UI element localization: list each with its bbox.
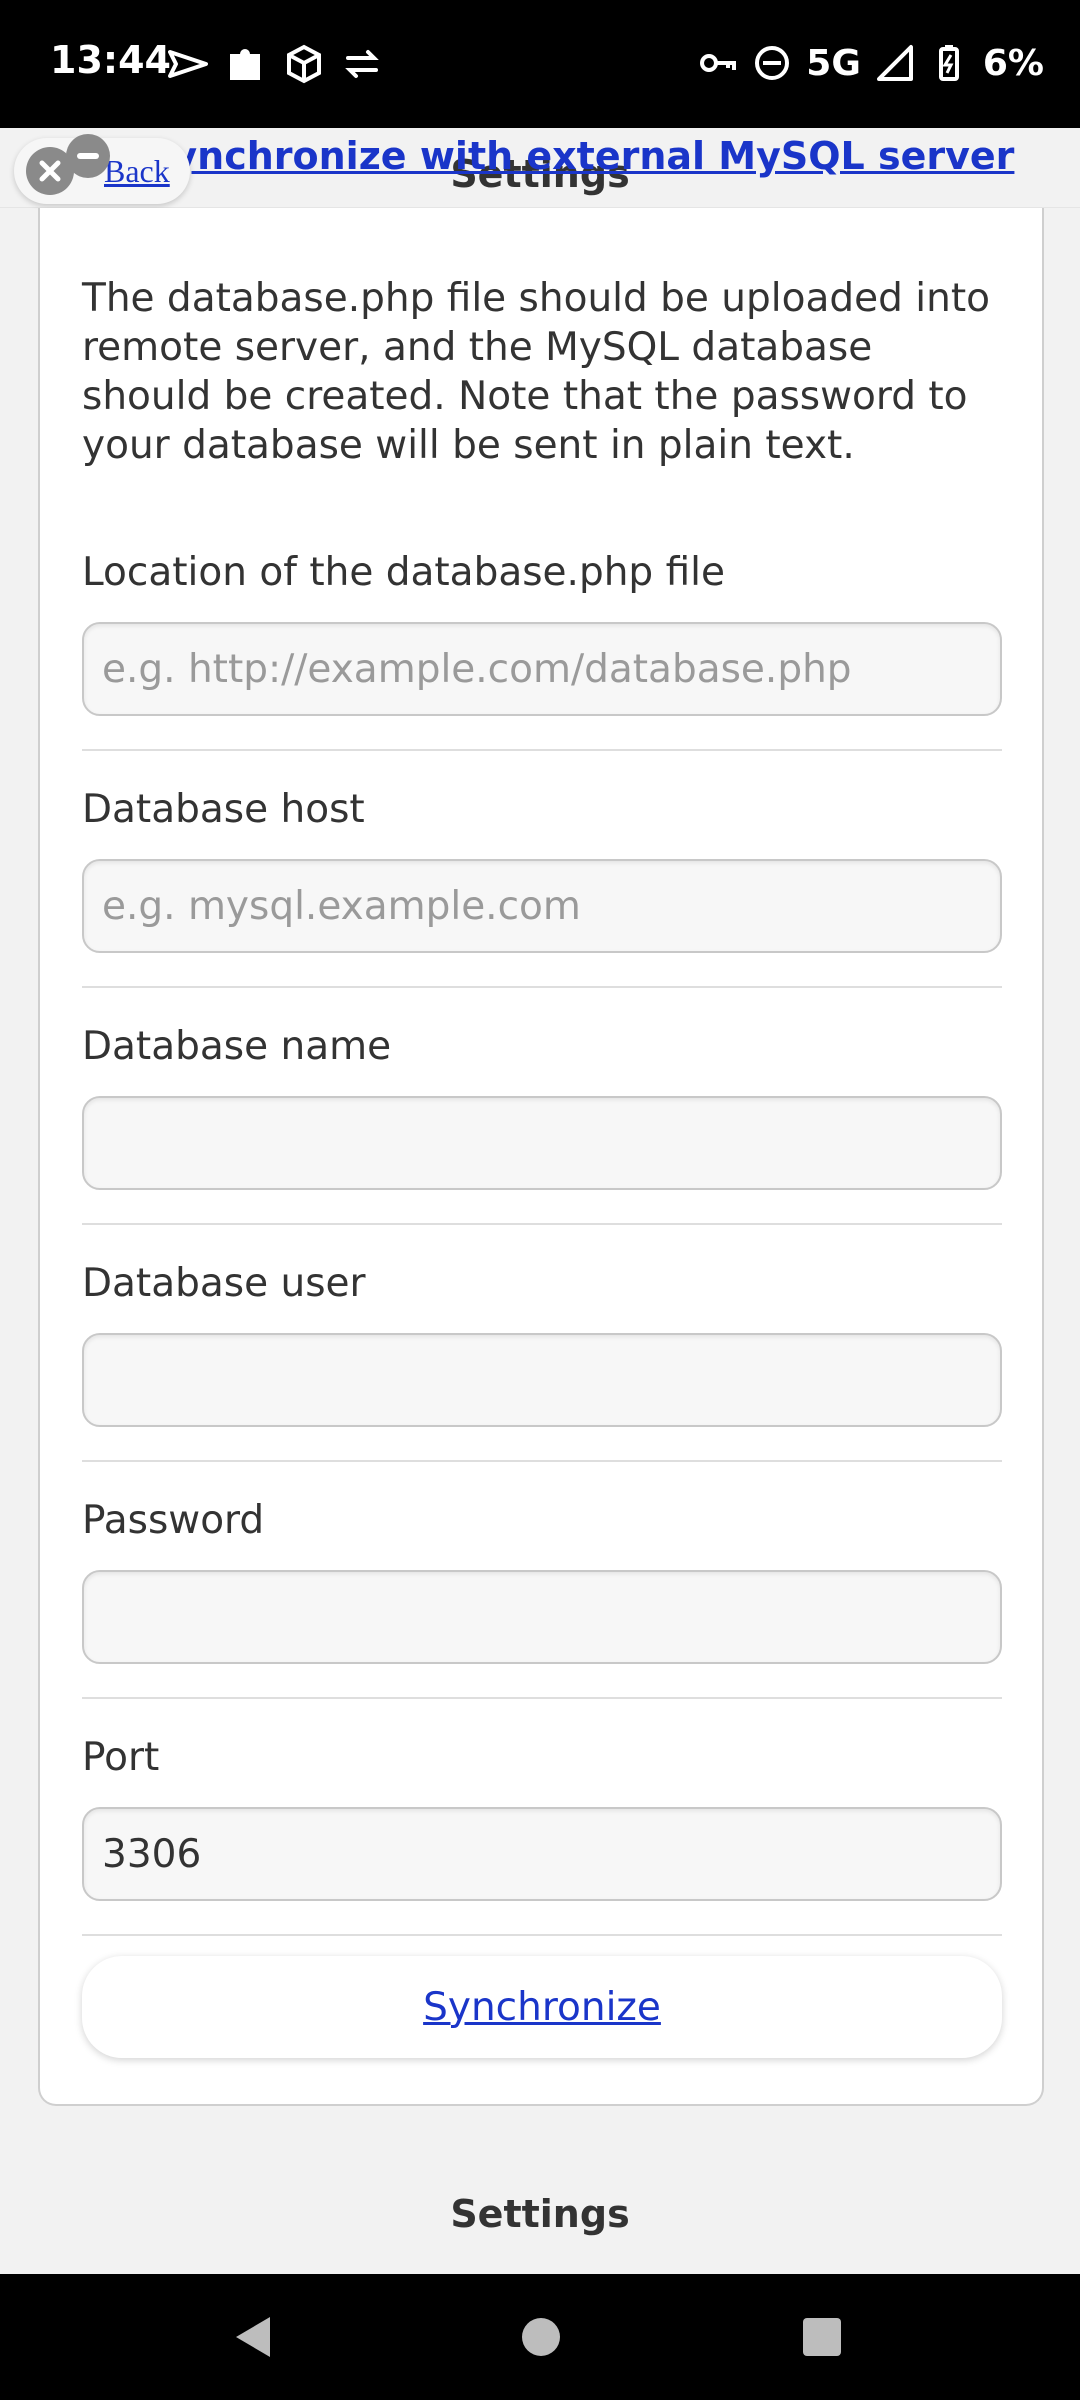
settings-card: The database.php file should be uploaded… [38,208,1044,2106]
box-icon [287,44,321,84]
port-input[interactable] [82,1807,1002,1901]
field-label: Location of the database.php file [82,550,725,595]
divider [82,1223,1002,1225]
signal-icon [876,45,913,81]
vpn-key-icon [700,54,737,72]
field-db-host: Database host [82,787,1002,953]
battery-charging-icon [938,45,959,81]
swap-icon [345,50,379,78]
db-user-input[interactable] [82,1333,1002,1427]
field-password: Password [82,1498,1002,1664]
field-db-name: Database name [82,1024,1002,1190]
field-label: Database name [82,1024,392,1069]
back-label: Back [104,152,170,189]
minus-icon[interactable] [66,134,110,178]
network-type: 5G [806,42,861,84]
field-label: Database host [82,787,365,832]
status-bar: 13:44 5G 6% [0,0,1080,128]
notification-icons [168,42,382,86]
system-icons: 5G 6% [698,38,1044,88]
send-icon [168,50,208,78]
puzzle-icon [230,49,260,80]
footer-title: Settings [450,2192,630,2236]
divider [82,749,1002,751]
db-host-input[interactable] [82,859,1002,953]
navigation-bar [0,2274,1080,2400]
field-php-location: Location of the database.php file [82,550,1002,716]
synchronize-button[interactable]: Synchronize [82,1956,1002,2058]
password-input[interactable] [82,1570,1002,1664]
divider [82,1934,1002,1936]
dnd-icon [755,46,790,80]
php-location-input[interactable] [82,622,1002,716]
divider [82,1460,1002,1462]
header-bar: Settings Synchronize with external MySQL… [0,128,1080,208]
nav-home-icon[interactable] [522,2318,560,2356]
intro-text: The database.php file should be uploaded… [82,276,990,468]
nav-back-icon[interactable] [234,2315,274,2359]
field-port: Port [82,1735,1002,1901]
nav-recents-icon[interactable] [803,2318,841,2356]
divider [82,986,1002,988]
battery-percent: 6% [982,42,1044,84]
field-label: Port [82,1735,160,1780]
status-time: 13:44 [50,38,171,82]
field-label: Password [82,1498,265,1543]
field-db-user: Database user [82,1261,1002,1427]
divider [82,1697,1002,1699]
field-label: Database user [82,1261,366,1306]
sync-mysql-link[interactable]: Synchronize with external MySQL server [145,134,1014,178]
db-name-input[interactable] [82,1096,1002,1190]
